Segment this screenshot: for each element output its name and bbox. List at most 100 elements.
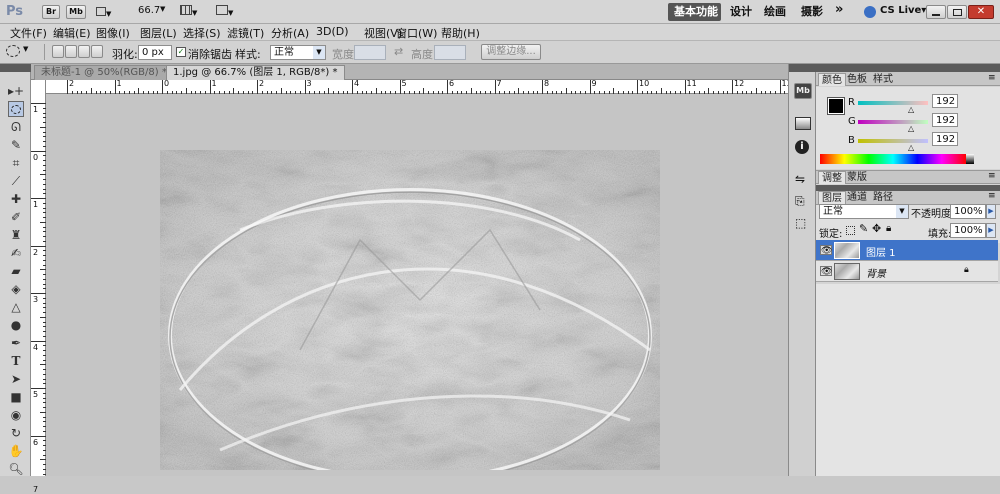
crop-tool-icon[interactable]: ⌗ <box>8 155 24 171</box>
blue-value-input[interactable]: 192 <box>932 132 958 146</box>
lock-transparency-icon[interactable] <box>846 226 855 235</box>
zoom-tool-icon[interactable]: 🔍︎ <box>8 461 24 477</box>
menu-layer[interactable]: 图层(L) <box>140 25 177 41</box>
style-select[interactable]: 正常 ▼ <box>270 45 326 60</box>
green-slider-thumb[interactable]: △ <box>908 124 914 133</box>
foreground-color-swatch[interactable] <box>827 97 845 115</box>
hand-zoom-dropdown[interactable]: ▼ <box>96 5 116 19</box>
menu-select[interactable]: 选择(S) <box>183 25 221 41</box>
tab-masks[interactable]: 蒙版 <box>844 171 870 184</box>
channels-icon[interactable]: ⎘ <box>795 194 805 209</box>
panel-menu-icon[interactable]: ≡ <box>988 73 996 83</box>
screen-mode-button[interactable]: ▼ <box>216 5 238 19</box>
layer-row[interactable]: 👁︎ 背景 🔒︎ <box>816 261 998 282</box>
antialias-checkbox[interactable]: ✓ <box>176 47 186 57</box>
eyedropper-tool-icon[interactable]: ⟋ <box>8 173 24 189</box>
panel-menu-icon[interactable]: ≡ <box>988 191 996 201</box>
paths-icon[interactable]: ⬚ <box>795 216 806 230</box>
black-white-ramp[interactable] <box>966 154 974 164</box>
quick-selection-tool-icon[interactable]: ✎ <box>8 137 24 153</box>
lock-pixels-icon[interactable]: ✎ <box>859 222 868 235</box>
tab-adjustments[interactable]: 调整 <box>818 171 846 184</box>
layer-name[interactable]: 背景 <box>866 265 886 280</box>
tab-swatches[interactable]: 色板 <box>844 73 870 86</box>
restore-button[interactable] <box>947 5 967 19</box>
minimize-button[interactable] <box>926 5 946 19</box>
visibility-eye-icon[interactable]: 👁︎ <box>820 245 832 256</box>
fill-input[interactable]: 100% <box>950 223 986 238</box>
blur-tool-icon[interactable]: △ <box>8 299 24 315</box>
subtract-selection-icon[interactable] <box>78 45 90 58</box>
tab-paths[interactable]: 路径 <box>870 191 896 204</box>
dodge-tool-icon[interactable]: ● <box>8 317 24 333</box>
intersect-selection-icon[interactable] <box>91 45 103 58</box>
3d-rotate-tool-icon[interactable]: ◉ <box>8 407 24 423</box>
red-slider-thumb[interactable]: △ <box>908 105 914 114</box>
menu-image[interactable]: 图像(I) <box>96 25 130 41</box>
new-selection-icon[interactable] <box>52 45 64 58</box>
workspace-painting[interactable]: 绘画 <box>758 3 792 21</box>
blue-slider-thumb[interactable]: △ <box>908 143 914 152</box>
lasso-tool-icon[interactable]: ᘏ <box>8 119 24 135</box>
workspace-essentials[interactable]: 基本功能 <box>668 3 724 21</box>
feather-input[interactable]: 0 px <box>138 45 172 60</box>
panel-menu-icon[interactable]: ≡ <box>988 171 996 181</box>
close-button[interactable]: ✕ <box>968 5 994 19</box>
paint-bucket-tool-icon[interactable]: ◈ <box>8 281 24 297</box>
clone-stamp-tool-icon[interactable]: ♜ <box>8 227 24 243</box>
marquee-tool-icon[interactable] <box>8 101 24 117</box>
blend-mode-select[interactable]: 正常 ▼ <box>819 204 909 219</box>
vertical-ruler[interactable]: 1 0 1 2 3 4 5 6 7 <box>31 80 46 494</box>
tab-channels[interactable]: 通道 <box>844 191 870 204</box>
color-spectrum-ramp[interactable] <box>820 154 966 164</box>
arrange-documents-button[interactable]: ▼ <box>180 5 202 19</box>
menu-help[interactable]: 帮助(H) <box>441 25 480 41</box>
info-icon[interactable]: i <box>795 140 809 154</box>
refine-edge-button[interactable]: 调整边缘... <box>481 44 541 60</box>
height-input[interactable] <box>434 45 466 60</box>
cs-live-button[interactable]: CS Live▾ <box>880 5 926 16</box>
blue-slider[interactable] <box>858 139 928 143</box>
tab-styles[interactable]: 样式 <box>870 73 896 86</box>
history-brush-tool-icon[interactable]: ✍ <box>8 245 24 261</box>
type-tool-icon[interactable]: T <box>8 353 24 369</box>
eraser-tool-icon[interactable]: ▰ <box>8 263 24 279</box>
mini-bridge-icon[interactable]: Mb <box>794 83 812 99</box>
panel-strip-header[interactable] <box>789 64 816 72</box>
3d-orbit-tool-icon[interactable]: ↻ <box>8 425 24 441</box>
shape-tool-icon[interactable]: ■ <box>8 389 24 405</box>
tools-panel-header[interactable] <box>0 64 31 72</box>
hand-tool-icon[interactable]: ✋ <box>8 443 24 459</box>
mini-bridge-button[interactable]: Mb <box>66 5 86 19</box>
layer-name[interactable]: 图层 1 <box>866 244 896 259</box>
path-selection-tool-icon[interactable]: ➤ <box>8 371 24 387</box>
panel-dock-header[interactable] <box>816 64 1000 72</box>
red-slider[interactable] <box>858 101 928 105</box>
menu-3d[interactable]: 3D(D) <box>316 25 349 38</box>
opacity-input[interactable]: 100% <box>950 204 986 219</box>
more-workspaces-icon[interactable]: » <box>829 1 849 19</box>
add-selection-icon[interactable] <box>65 45 77 58</box>
chevron-down-icon[interactable]: ▼ <box>23 45 28 53</box>
opacity-slider-button[interactable]: ▶ <box>986 204 996 219</box>
tab-layers[interactable]: 图层 <box>818 191 846 204</box>
workspace-design[interactable]: 设计 <box>724 3 758 21</box>
red-value-input[interactable]: 192 <box>932 94 958 108</box>
adjustments-icon[interactable]: ⇋ <box>795 172 805 186</box>
horizontal-ruler[interactable]: 2 1 0 1 2 3 4 5 6 7 8 9 10 11 12 13 <box>46 79 792 94</box>
green-value-input[interactable]: 192 <box>932 113 958 127</box>
tool-preset-icon[interactable] <box>6 45 20 57</box>
healing-brush-tool-icon[interactable]: ✚ <box>8 191 24 207</box>
chevron-down-icon[interactable]: ▼ <box>160 5 165 13</box>
swap-icon[interactable]: ⇄ <box>394 45 403 58</box>
menu-edit[interactable]: 编辑(E) <box>53 25 91 41</box>
fill-slider-button[interactable]: ▶ <box>986 223 996 238</box>
brush-tool-icon[interactable]: ✐ <box>8 209 24 225</box>
width-input[interactable] <box>354 45 386 60</box>
lock-position-icon[interactable]: ✥ <box>872 222 881 235</box>
document-image[interactable] <box>160 150 660 470</box>
workspace-photography[interactable]: 摄影 <box>795 3 829 21</box>
menu-file[interactable]: 文件(F) <box>10 25 47 41</box>
move-tool-icon[interactable]: ▸+ <box>8 83 24 99</box>
pen-tool-icon[interactable]: ✒ <box>8 335 24 351</box>
